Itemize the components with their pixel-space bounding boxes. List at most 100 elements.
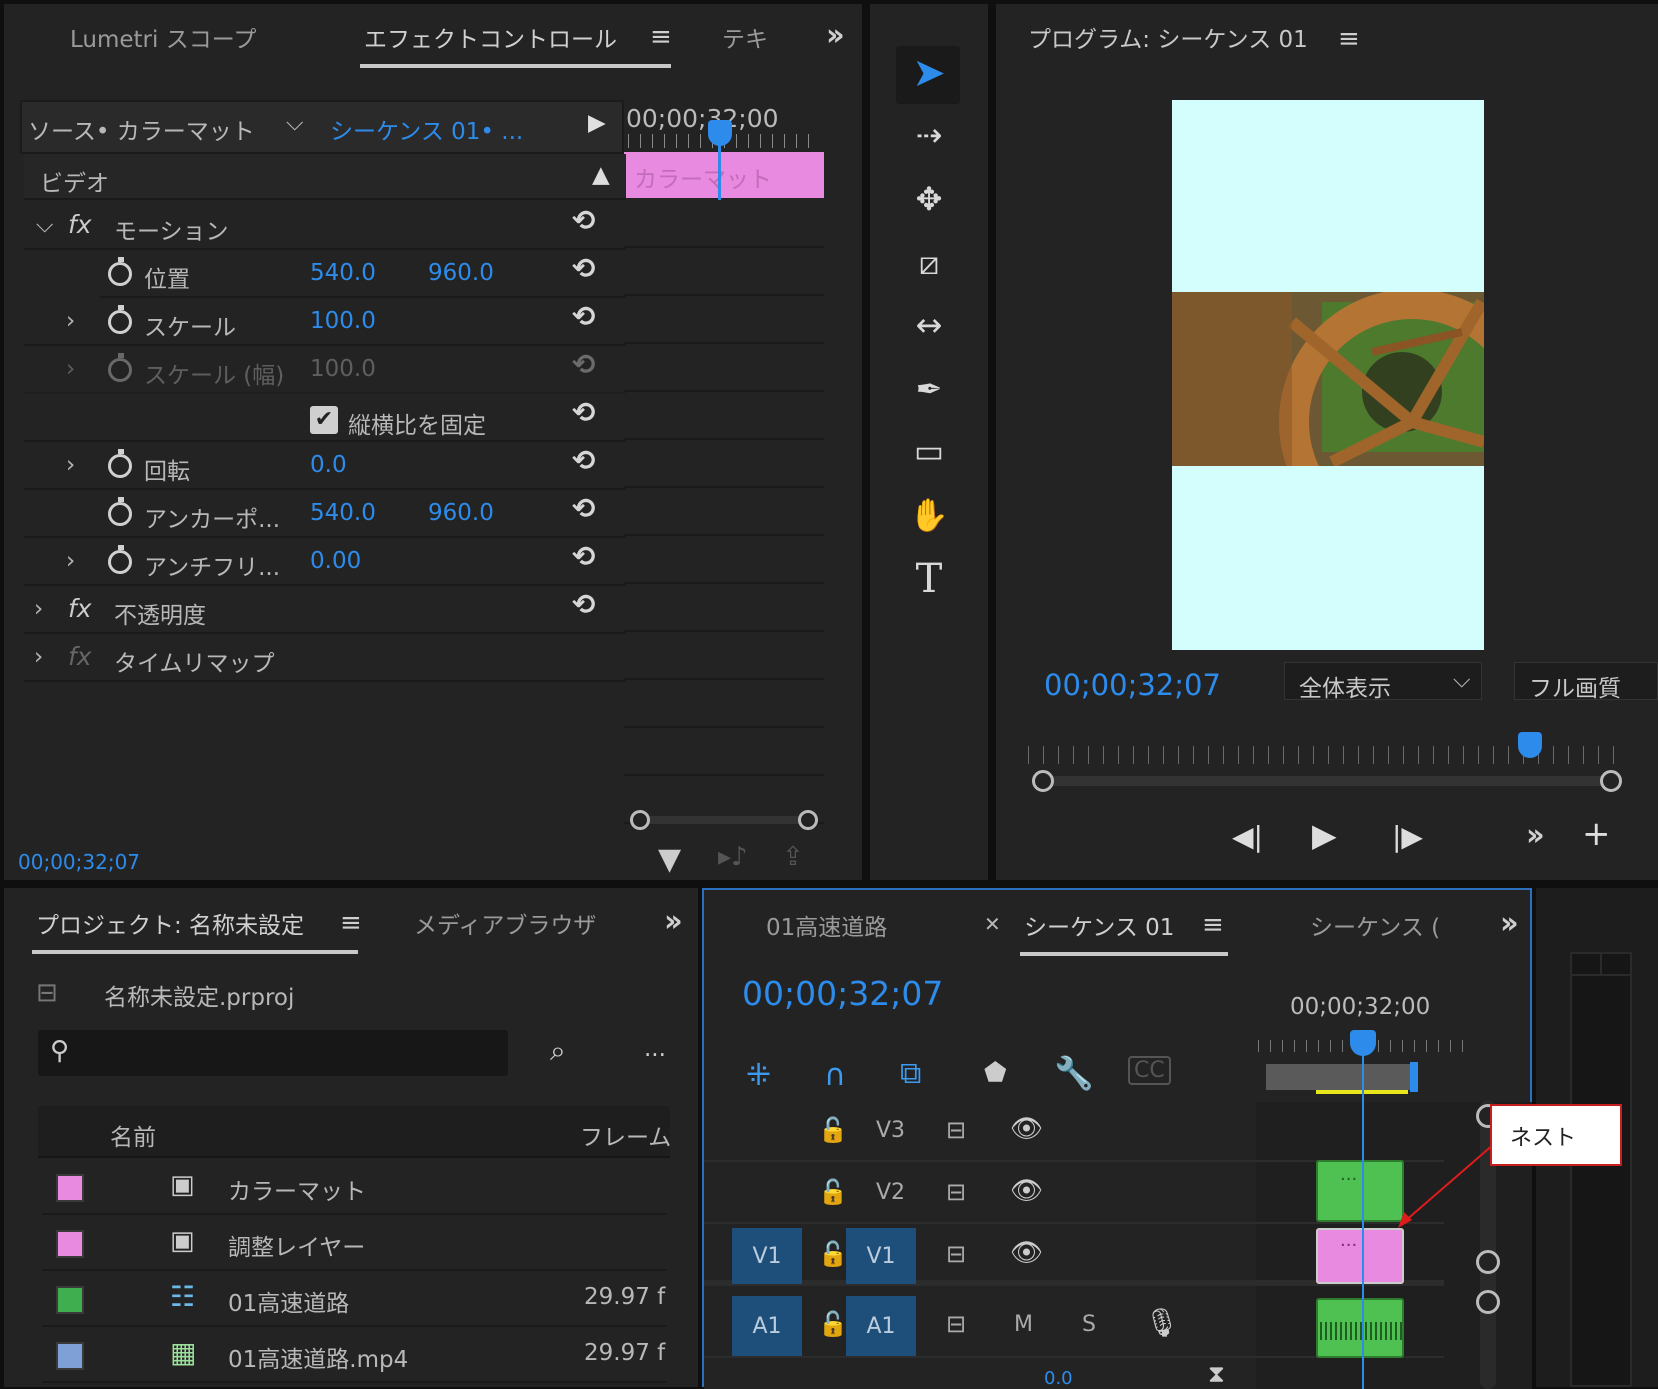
position-y-value[interactable]: 960.0 (428, 260, 494, 286)
filter-icon[interactable]: ▼ (658, 842, 681, 877)
reset-icon[interactable]: ⟲ (572, 492, 595, 525)
panel-menu-icon[interactable]: ≡ (1338, 24, 1360, 54)
motion-row[interactable]: ⌵ fx モーション ⟲ (24, 202, 626, 250)
panel-menu-icon[interactable]: ≡ (650, 22, 672, 52)
eye-icon[interactable]: 👁 (1010, 1114, 1043, 1144)
step-forward-icon[interactable]: |▶ (1392, 820, 1423, 853)
chevron-right-icon[interactable]: › (66, 308, 75, 334)
list-item[interactable]: ☷ 01高速道路 29.97 f (42, 1272, 667, 1327)
snap-icon[interactable]: ∩ (824, 1058, 846, 1093)
mute-button[interactable]: M (1014, 1312, 1033, 1337)
pen-tool-icon[interactable]: ✒ (899, 362, 959, 416)
colormatte-clip[interactable]: ... (1316, 1228, 1404, 1284)
sync-lock-icon[interactable]: ⊟ (946, 1178, 966, 1206)
monitor-zoom-bar[interactable] (1032, 770, 1622, 792)
rectangle-tool-icon[interactable]: ▭ (899, 424, 959, 478)
bin-up-icon[interactable]: ⊟ (36, 978, 58, 1008)
list-item[interactable]: ▣ カラーマット (42, 1160, 667, 1215)
source-patch-v1[interactable]: V1 (732, 1228, 802, 1284)
wrench-icon[interactable]: 🔧 (1054, 1054, 1094, 1092)
tab-project[interactable]: プロジェクト: 名称未設定 (31, 906, 359, 954)
solo-button[interactable]: S (1082, 1312, 1096, 1337)
nest-toggle-icon[interactable]: ⁜ (746, 1058, 771, 1093)
stopwatch-icon[interactable] (108, 449, 132, 478)
scroll-handle[interactable] (1476, 1250, 1500, 1274)
nav-end-icon[interactable]: ⧗ (1208, 1360, 1225, 1388)
position-x-value[interactable]: 540.0 (310, 260, 376, 286)
monitor-playhead[interactable] (1518, 732, 1542, 758)
rotation-value[interactable]: 0.0 (310, 452, 347, 478)
track-target-v1[interactable]: V1 (846, 1228, 916, 1284)
reset-icon[interactable]: ⟲ (572, 396, 595, 429)
tab-sequence-01[interactable]: シーケンス 01 (1019, 908, 1230, 956)
chevron-right-icon[interactable]: › (66, 548, 75, 574)
col-name[interactable]: 名前 (110, 1118, 156, 1152)
sync-lock-icon[interactable]: ⊟ (946, 1116, 966, 1144)
type-tool-icon[interactable]: T (899, 552, 959, 606)
hand-tool-icon[interactable]: ✋ (899, 488, 959, 542)
program-title[interactable]: プログラム: シーケンス 01 (1028, 20, 1308, 54)
step-back-icon[interactable]: ◀| (1232, 820, 1263, 853)
panel-menu-icon[interactable]: ≡ (340, 908, 362, 938)
lock-icon[interactable]: 🔓 (818, 1178, 848, 1206)
scale-value[interactable]: 100.0 (310, 308, 376, 334)
chevron-right-icon[interactable]: › (34, 644, 43, 670)
quality-select[interactable]: フル画質 (1514, 662, 1658, 702)
program-frame[interactable] (1172, 100, 1484, 650)
chevron-down-icon[interactable]: ⌵ (286, 110, 303, 136)
export-icon[interactable]: ⇪ (782, 842, 804, 872)
find-icon[interactable]: ⌕ (550, 1034, 566, 1068)
effect-timecode[interactable]: 00;00;32;07 (18, 850, 140, 874)
eye-icon[interactable]: 👁 (1010, 1176, 1043, 1206)
play-triangle-icon[interactable]: ▶ (588, 110, 606, 136)
tab-sequence-01-highway[interactable]: 01高速道路 (766, 908, 887, 942)
nested-clip[interactable]: ... (1316, 1160, 1404, 1222)
track-target-a1[interactable]: A1 (846, 1296, 916, 1356)
eye-icon[interactable]: 👁 (1010, 1238, 1043, 1268)
slip-tool-icon[interactable]: ↔ (899, 298, 959, 352)
program-timecode[interactable]: 00;00;32;07 (1044, 668, 1221, 702)
search-input[interactable]: ⚲ (38, 1030, 508, 1076)
ripple-edit-tool-icon[interactable]: ✥ (899, 172, 959, 226)
zoom-select[interactable]: 全体表示 ⌵ (1284, 662, 1482, 702)
add-button-icon[interactable]: + (1582, 814, 1611, 854)
tab-sequence-other[interactable]: シーケンス ( (1310, 908, 1440, 942)
stopwatch-icon[interactable] (108, 497, 132, 526)
scroll-zoom-bar[interactable] (630, 810, 818, 830)
more-panels-icon[interactable]: ›› (1500, 906, 1519, 941)
chevron-right-icon[interactable]: › (34, 596, 43, 622)
track-select-tool-icon[interactable]: ⇢ (899, 108, 959, 162)
more-icon[interactable]: ... (644, 1036, 666, 1062)
reset-icon[interactable]: ⟲ (572, 252, 595, 285)
anchor-y-value[interactable]: 960.0 (428, 500, 494, 526)
razor-tool-icon[interactable]: ⧄ (899, 236, 959, 290)
chevron-down-icon[interactable]: ⌵ (36, 212, 53, 238)
timeline-timecode[interactable]: 00;00;32;07 (742, 974, 943, 1013)
more-controls-icon[interactable]: ›› (1526, 818, 1545, 853)
stopwatch-icon[interactable] (108, 257, 132, 286)
label-color-swatch[interactable] (56, 1286, 84, 1314)
uniform-scale-checkbox[interactable]: ✔ (310, 406, 338, 434)
close-icon[interactable]: ✕ (984, 912, 1001, 936)
stopwatch-icon[interactable] (108, 545, 132, 574)
scroll-handle[interactable] (1476, 1290, 1500, 1314)
playhead-handle[interactable] (708, 120, 732, 146)
list-item[interactable]: ▣ 調整レイヤー (42, 1216, 667, 1271)
lock-icon[interactable]: 🔓 (818, 1240, 848, 1268)
reset-icon[interactable]: ⟲ (572, 300, 595, 333)
label-color-swatch[interactable] (56, 1174, 84, 1202)
lock-icon[interactable]: 🔓 (818, 1310, 848, 1338)
timeline-playhead-line[interactable] (1362, 1050, 1364, 1389)
more-panels-icon[interactable]: ›› (826, 18, 845, 53)
sync-lock-icon[interactable]: ⊟ (946, 1310, 966, 1338)
anchor-x-value[interactable]: 540.0 (310, 500, 376, 526)
reset-icon[interactable]: ⟲ (572, 588, 595, 621)
reset-icon[interactable]: ⟲ (572, 204, 595, 237)
source-patch-a1[interactable]: A1 (732, 1296, 802, 1356)
play-icon[interactable]: ▶ (1312, 816, 1337, 854)
reset-icon[interactable]: ⟲ (572, 540, 595, 573)
work-area-bar[interactable] (1266, 1064, 1414, 1090)
add-marker-icon[interactable]: ⬟ (984, 1058, 1007, 1088)
chevron-right-icon[interactable]: › (66, 452, 75, 478)
antiflicker-value[interactable]: 0.00 (310, 548, 361, 574)
